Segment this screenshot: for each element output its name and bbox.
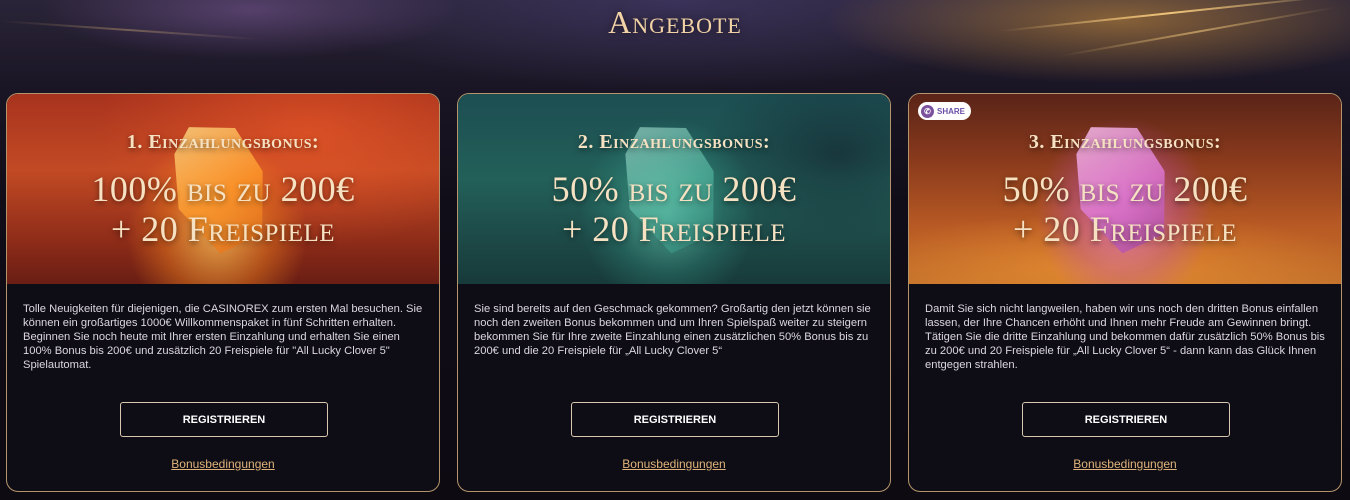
offer-line-2: + 20 Freispiele xyxy=(561,209,787,249)
share-label: SHARE xyxy=(937,106,966,116)
register-button[interactable]: REGISTRIEREN xyxy=(571,402,779,437)
offer-heading: 1. Einzahlungsbonus: xyxy=(126,131,320,153)
offer-description: Sie sind bereits auf den Geschmack gekom… xyxy=(474,303,871,357)
offer-amount: 50% bis zu 200€ + 20 Freispiele xyxy=(458,169,890,249)
offer-description: Tolle Neuigkeiten für diejenigen, die CA… xyxy=(23,303,423,371)
offer-heading: 3. Einzahlungsbonus: xyxy=(1028,131,1222,153)
offer-line-1: 100% bis zu 200€ xyxy=(91,169,355,209)
bonus-terms-link[interactable]: Bonusbedingungen xyxy=(458,457,890,471)
offer-body: Sie sind bereits auf den Geschmack gekom… xyxy=(458,284,890,471)
offer-line-2: + 20 Freispiele xyxy=(110,209,336,249)
offer-card-3: ✆ SHARE 3. Einzahlungsbonus: 50% bis zu … xyxy=(908,93,1342,492)
register-button[interactable]: REGISTRIEREN xyxy=(120,402,328,437)
bonus-terms-link[interactable]: Bonusbedingungen xyxy=(7,457,439,471)
offer-hero-image: 1. Einzahlungsbonus: 100% bis zu 200€ + … xyxy=(7,94,439,284)
offers-page: Angebote 1. Einzahlungsbonus: 100% bis z… xyxy=(0,0,1350,500)
bonus-terms-link[interactable]: Bonusbedingungen xyxy=(909,457,1341,471)
offer-line-1: 50% bis zu 200€ xyxy=(551,169,797,209)
page-title: Angebote xyxy=(608,4,742,40)
offer-body: Tolle Neuigkeiten für diejenigen, die CA… xyxy=(7,284,439,471)
offer-heading: 2. Einzahlungsbonus: xyxy=(577,131,771,153)
register-button[interactable]: REGISTRIEREN xyxy=(1022,402,1230,437)
offer-amount: 50% bis zu 200€ + 20 Freispiele xyxy=(909,169,1341,249)
offer-card-2: 2. Einzahlungsbonus: 50% bis zu 200€ + 2… xyxy=(457,93,891,492)
offer-hero-image: ✆ SHARE 3. Einzahlungsbonus: 50% bis zu … xyxy=(909,94,1341,284)
offer-card-1: 1. Einzahlungsbonus: 100% bis zu 200€ + … xyxy=(6,93,440,492)
share-button[interactable]: ✆ SHARE xyxy=(918,102,972,120)
offer-amount: 100% bis zu 200€ + 20 Freispiele xyxy=(7,169,439,249)
viber-icon: ✆ xyxy=(921,104,934,118)
offer-hero-image: 2. Einzahlungsbonus: 50% bis zu 200€ + 2… xyxy=(458,94,890,284)
offer-line-1: 50% bis zu 200€ xyxy=(1002,169,1248,209)
offer-body: Damit Sie sich nicht langweilen, haben w… xyxy=(909,284,1341,471)
offer-description: Damit Sie sich nicht langweilen, haben w… xyxy=(925,303,1325,371)
offer-line-2: + 20 Freispiele xyxy=(1012,209,1238,249)
